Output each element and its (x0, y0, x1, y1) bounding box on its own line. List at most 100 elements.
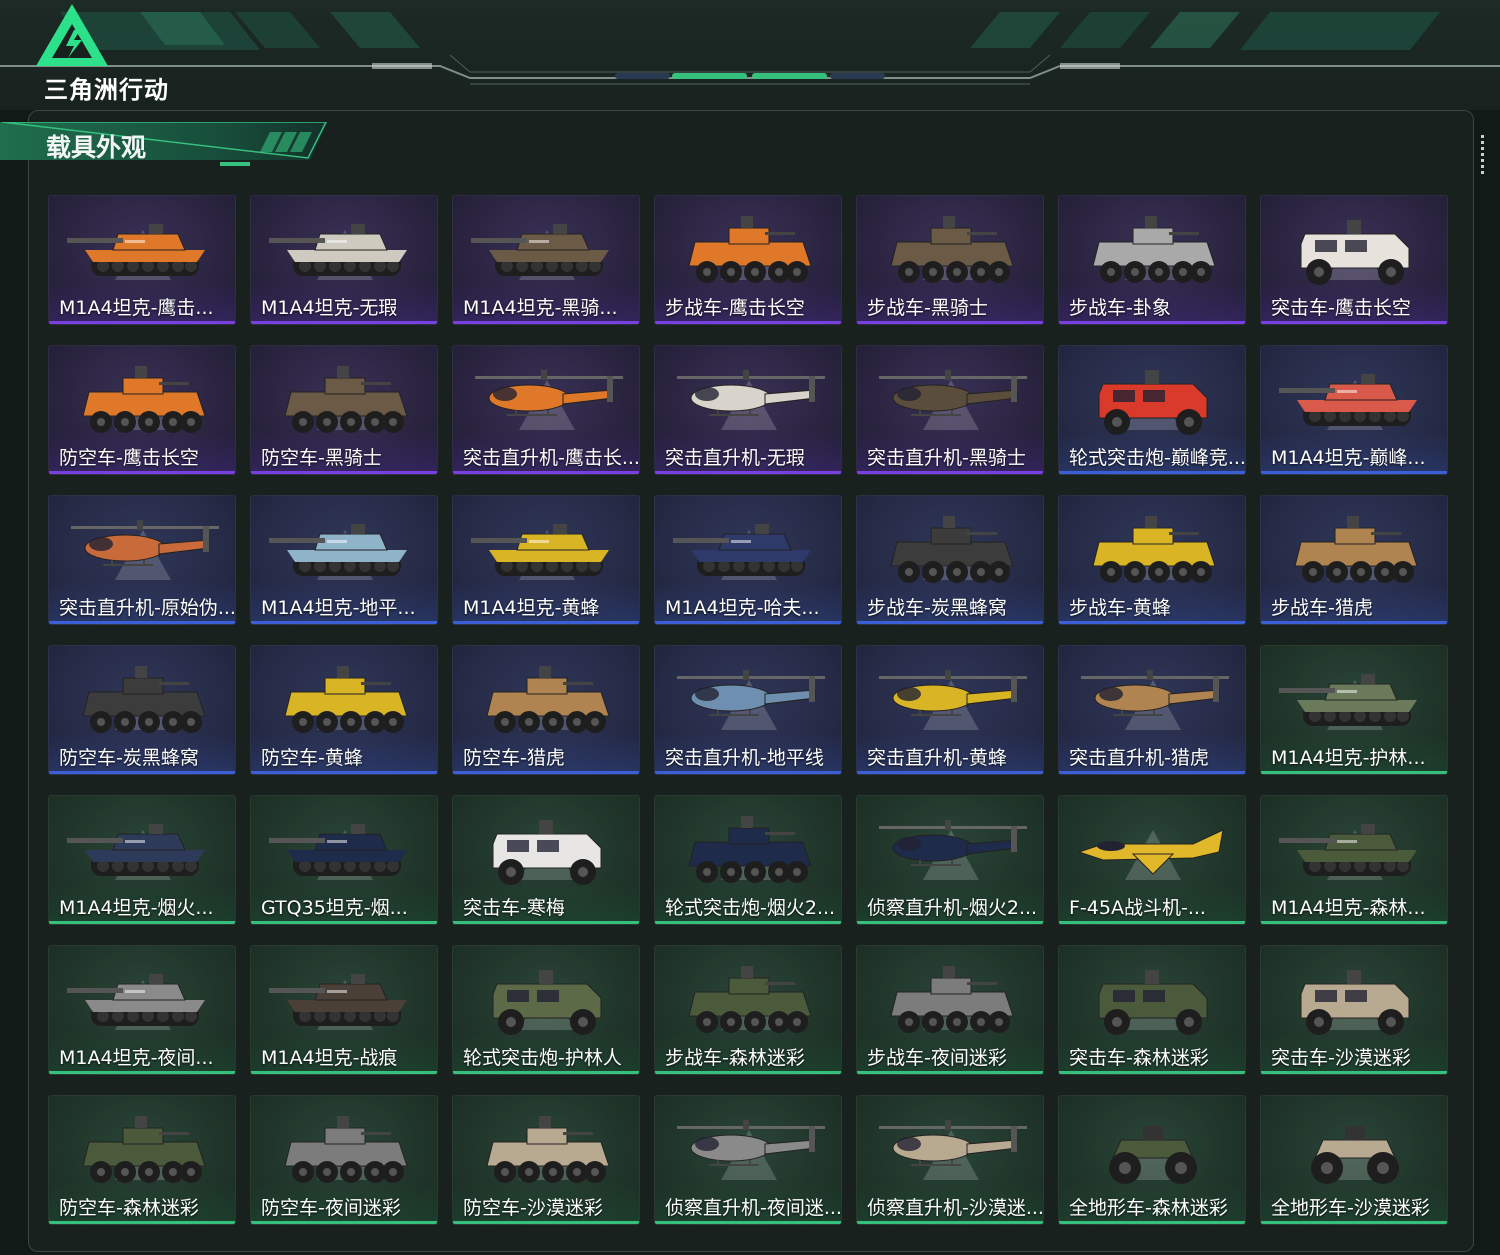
rarity-bar (49, 321, 235, 324)
vehicle-skin-card[interactable]: 突击车-森林迷彩 (1058, 945, 1246, 1075)
rarity-bar (453, 1071, 639, 1074)
vehicle-skin-name: 步战车-卦象 (1069, 297, 1171, 319)
rarity-bar (453, 921, 639, 924)
vehicle-skin-card[interactable]: M1A4坦克-战痕 (250, 945, 438, 1075)
rarity-bar (857, 921, 1043, 924)
vehicle-skin-card[interactable]: 轮式突击炮-护林人 (452, 945, 640, 1075)
rarity-bar (655, 471, 841, 474)
vehicle-skin-name: M1A4坦克-地平... (261, 597, 416, 619)
vehicle-skin-card[interactable]: 步战车-黄蜂 (1058, 495, 1246, 625)
vehicle-skin-card[interactable]: 突击直升机-黄蜂 (856, 645, 1044, 775)
rarity-bar (1059, 621, 1245, 624)
vehicle-skin-card[interactable]: 侦察直升机-夜间迷... (654, 1095, 842, 1225)
vehicle-skin-card[interactable]: M1A4坦克-护林... (1260, 645, 1448, 775)
rarity-bar (453, 771, 639, 774)
rarity-bar (857, 1071, 1043, 1074)
vehicle-skin-card[interactable]: GTQ35坦克-烟... (250, 795, 438, 925)
vehicle-skin-card[interactable]: 防空车-猎虎 (452, 645, 640, 775)
vehicle-skin-card[interactable]: 步战车-夜间迷彩 (856, 945, 1044, 1075)
rarity-bar (655, 621, 841, 624)
rarity-bar (1059, 471, 1245, 474)
vehicle-skin-card[interactable]: 防空车-沙漠迷彩 (452, 1095, 640, 1225)
vehicle-skin-name: 突击车-沙漠迷彩 (1271, 1047, 1411, 1069)
vehicle-skin-card[interactable]: F-45A战斗机-... (1058, 795, 1246, 925)
vehicle-skin-card[interactable]: 突击车-鹰击长空 (1260, 195, 1448, 325)
vehicle-skin-name: 侦察直升机-夜间迷... (665, 1197, 841, 1219)
vehicle-skin-card[interactable]: 突击车-沙漠迷彩 (1260, 945, 1448, 1075)
vehicle-skin-name: 侦察直升机-烟火2... (867, 897, 1038, 919)
vehicle-skin-name: 突击直升机-猎虎 (1069, 747, 1209, 769)
vehicle-skin-card[interactable]: 突击车-寒梅 (452, 795, 640, 925)
banner-decoration (0, 12, 1500, 85)
vehicle-skin-card[interactable]: M1A4坦克-地平... (250, 495, 438, 625)
vehicle-skin-card[interactable]: 全地形车-森林迷彩 (1058, 1095, 1246, 1225)
vehicle-skin-card[interactable]: M1A4坦克-鹰击... (48, 195, 236, 325)
vehicle-skin-card[interactable]: M1A4坦克-黑骑... (452, 195, 640, 325)
rarity-bar (1059, 1071, 1245, 1074)
vehicle-skin-name: M1A4坦克-护林... (1271, 747, 1426, 769)
rarity-bar (251, 1071, 437, 1074)
vehicle-skin-card[interactable]: 步战车-森林迷彩 (654, 945, 842, 1075)
vehicle-skin-card[interactable]: 步战车-鹰击长空 (654, 195, 842, 325)
vehicle-skin-name: M1A4坦克-巅峰... (1271, 447, 1426, 469)
rarity-bar (49, 771, 235, 774)
vehicle-skin-name: 防空车-黑骑士 (261, 447, 382, 469)
rarity-bar (251, 621, 437, 624)
rarity-bar (857, 321, 1043, 324)
vehicle-skin-card[interactable]: 突击直升机-地平线 (654, 645, 842, 775)
vehicle-skin-card[interactable]: 步战车-猎虎 (1260, 495, 1448, 625)
vehicle-skin-name: 防空车-黄蜂 (261, 747, 363, 769)
vehicle-skin-card[interactable]: 防空车-鹰击长空 (48, 345, 236, 475)
vehicle-skin-name: 轮式突击炮-巅峰竞... (1069, 447, 1245, 469)
vehicle-skin-card[interactable]: 防空车-黑骑士 (250, 345, 438, 475)
vehicle-skin-card[interactable]: 侦察直升机-烟火2... (856, 795, 1044, 925)
rarity-bar (453, 1221, 639, 1224)
vehicle-skin-name: GTQ35坦克-烟... (261, 897, 408, 919)
vehicle-skin-card[interactable]: 突击直升机-无瑕 (654, 345, 842, 475)
vehicle-skin-card[interactable]: 防空车-炭黑蜂窝 (48, 645, 236, 775)
vehicle-skin-card[interactable]: M1A4坦克-无瑕 (250, 195, 438, 325)
vehicle-skin-card[interactable]: 防空车-黄蜂 (250, 645, 438, 775)
vehicle-skin-card[interactable]: M1A4坦克-黄蜂 (452, 495, 640, 625)
rarity-bar (1261, 771, 1447, 774)
rarity-bar (49, 621, 235, 624)
rarity-bar (251, 921, 437, 924)
vehicle-skin-card[interactable]: 步战车-黑骑士 (856, 195, 1044, 325)
vehicle-skin-name: 防空车-沙漠迷彩 (463, 1197, 603, 1219)
vehicle-skin-name: 突击车-森林迷彩 (1069, 1047, 1209, 1069)
rarity-bar (655, 1221, 841, 1224)
scrollbar[interactable] (1480, 135, 1486, 180)
logo-wordmark: 三角洲行动 (44, 76, 169, 104)
vehicle-skin-card[interactable]: M1A4坦克-巅峰... (1260, 345, 1448, 475)
vehicle-skin-card[interactable]: 防空车-夜间迷彩 (250, 1095, 438, 1225)
vehicle-skin-name: 全地形车-森林迷彩 (1069, 1197, 1228, 1219)
vehicle-skin-name: M1A4坦克-烟火... (59, 897, 214, 919)
vehicle-skin-card[interactable]: M1A4坦克-哈夫... (654, 495, 842, 625)
vehicle-skin-name: M1A4坦克-无瑕 (261, 297, 398, 319)
vehicle-skin-card[interactable]: 防空车-森林迷彩 (48, 1095, 236, 1225)
rarity-bar (49, 921, 235, 924)
vehicle-skin-card[interactable]: 步战车-卦象 (1058, 195, 1246, 325)
rarity-bar (857, 771, 1043, 774)
vehicle-skin-card[interactable]: 轮式突击炮-烟火2... (654, 795, 842, 925)
vehicle-skin-card[interactable]: 突击直升机-原始伪... (48, 495, 236, 625)
vehicle-skin-card[interactable]: M1A4坦克-森林... (1260, 795, 1448, 925)
vehicle-skin-card[interactable]: 全地形车-沙漠迷彩 (1260, 1095, 1448, 1225)
vehicle-skin-name: 突击直升机-黄蜂 (867, 747, 1007, 769)
vehicle-skin-card[interactable]: 步战车-炭黑蜂窝 (856, 495, 1044, 625)
rarity-bar (1261, 321, 1447, 324)
vehicle-skin-name: 步战车-鹰击长空 (665, 297, 805, 319)
vehicle-skin-name: M1A4坦克-哈夫... (665, 597, 820, 619)
rarity-bar (49, 471, 235, 474)
vehicle-skin-card[interactable]: 突击直升机-黑骑士 (856, 345, 1044, 475)
vehicle-skin-name: 防空车-森林迷彩 (59, 1197, 199, 1219)
vehicle-skin-card[interactable]: 突击直升机-鹰击长... (452, 345, 640, 475)
vehicle-skin-name: 轮式突击炮-护林人 (463, 1047, 622, 1069)
vehicle-skin-card[interactable]: 轮式突击炮-巅峰竞... (1058, 345, 1246, 475)
vehicle-skin-card[interactable]: 突击直升机-猎虎 (1058, 645, 1246, 775)
vehicle-skin-card[interactable]: 侦察直升机-沙漠迷... (856, 1095, 1044, 1225)
rarity-bar (251, 1221, 437, 1224)
vehicle-skin-card[interactable]: M1A4坦克-夜间... (48, 945, 236, 1075)
vehicle-skin-name: 突击直升机-无瑕 (665, 447, 805, 469)
vehicle-skin-card[interactable]: M1A4坦克-烟火... (48, 795, 236, 925)
